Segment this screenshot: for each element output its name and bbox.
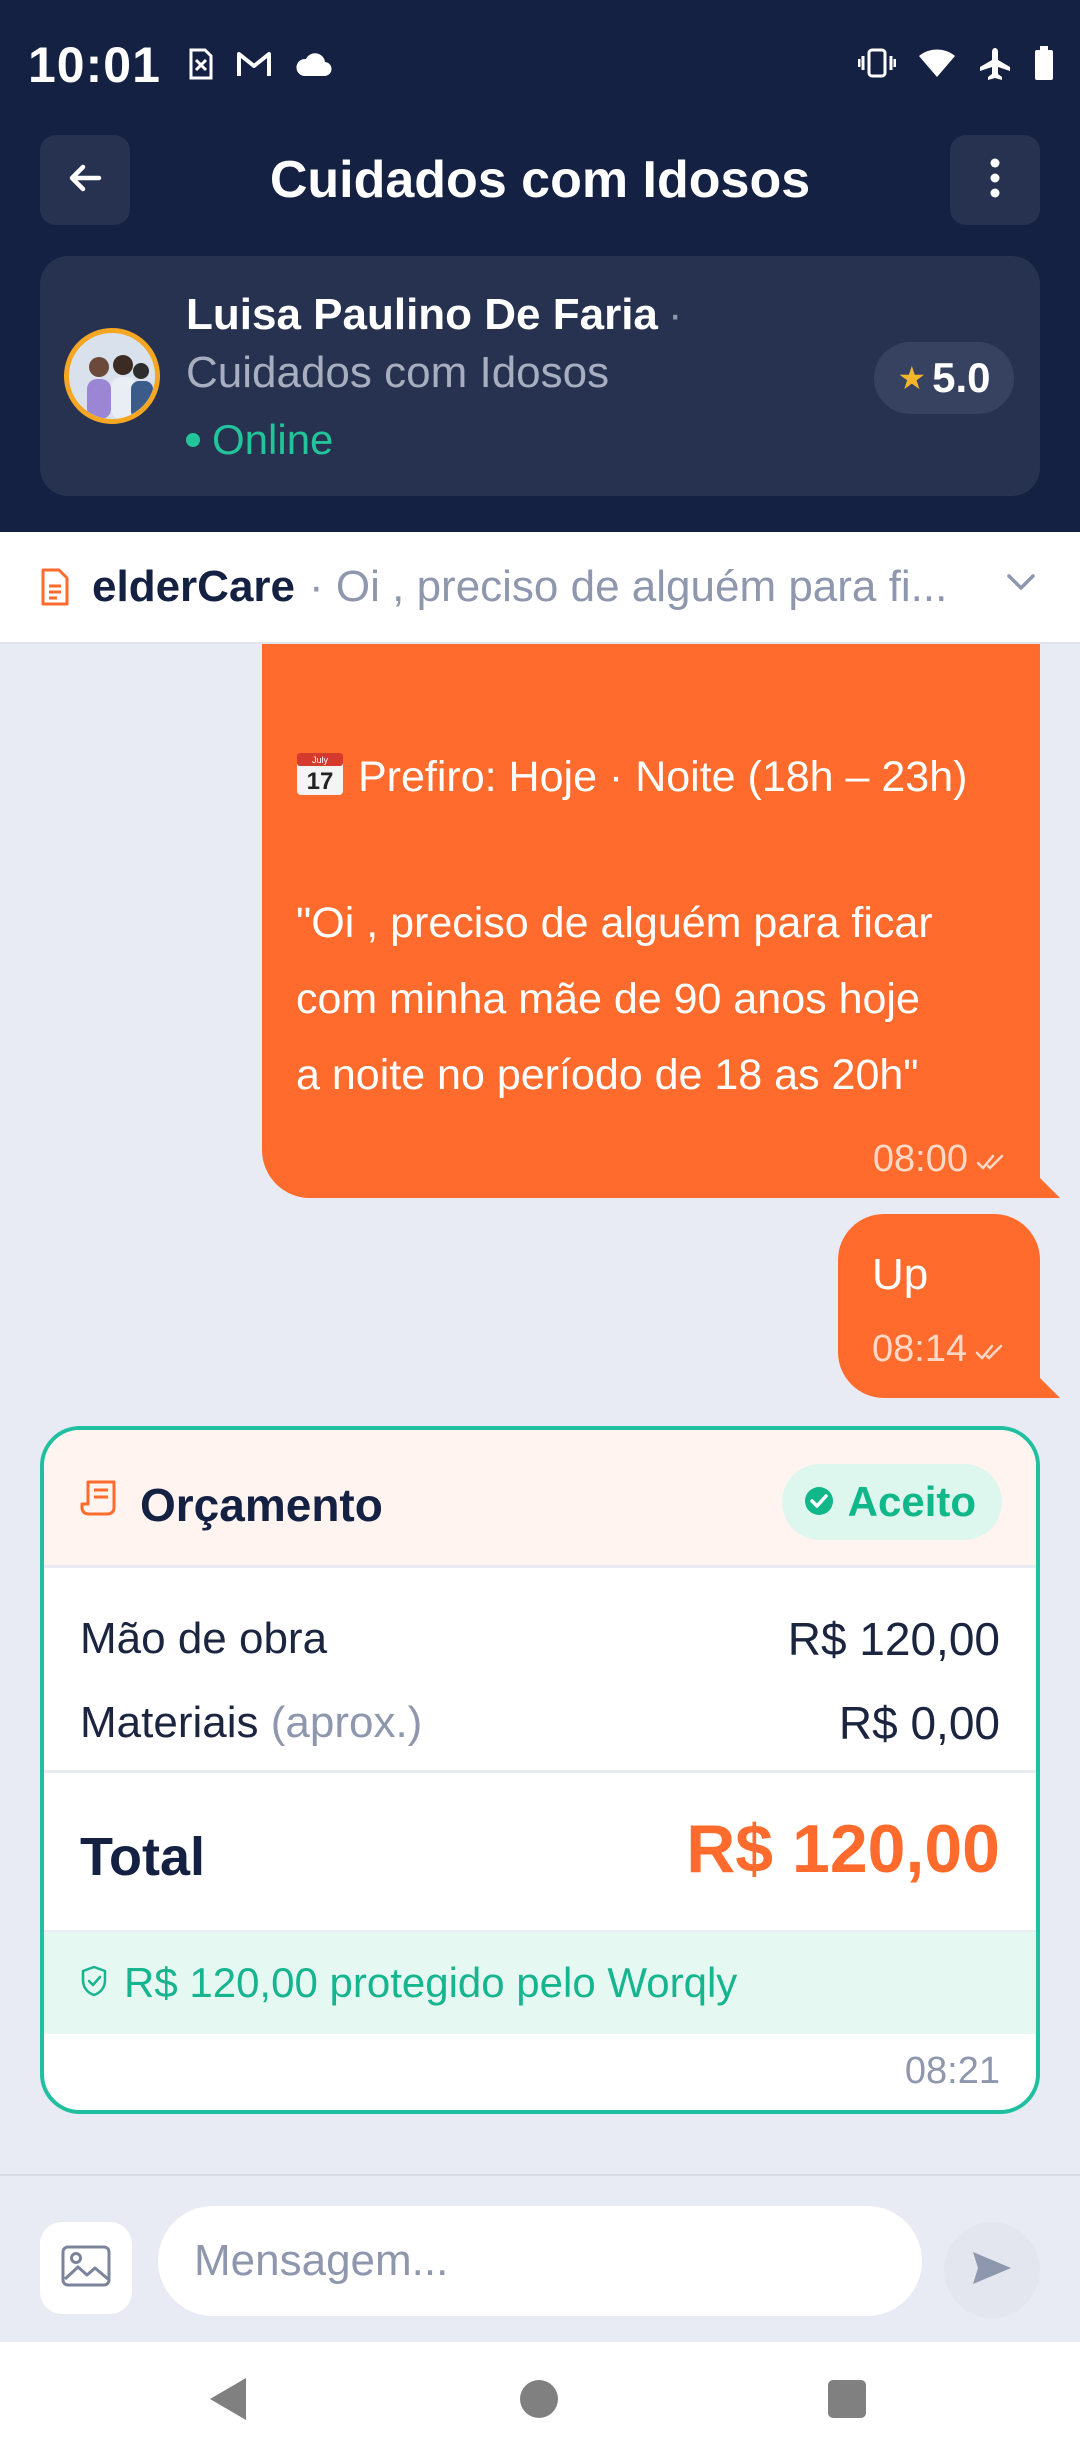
profile-card[interactable]: Luisa Paulino De Faria · Cuidados com Ido… — [40, 256, 1040, 496]
more-options-button[interactable] — [950, 135, 1040, 225]
message-time: 08:00 — [873, 1138, 1004, 1181]
more-vertical-icon — [989, 158, 1001, 203]
profile-name: Luisa Paulino De Faria · — [186, 290, 683, 339]
cloud-icon — [294, 51, 332, 77]
header: 10:01 Cuidados com Idosos Luisa Paulino … — [0, 0, 1080, 532]
online-status: Online — [186, 416, 333, 464]
svg-text:July: July — [312, 755, 329, 765]
message-bubble[interactable]: Up 08:14 — [838, 1214, 1060, 1398]
labor-label: Mão de obra — [80, 1614, 328, 1663]
request-subject-bar[interactable]: elderCare · Oi , preciso de alguém para … — [0, 532, 1080, 644]
nav-recents-button[interactable] — [828, 2380, 866, 2418]
star-icon: ★ — [897, 360, 927, 396]
send-icon — [971, 2250, 1013, 2291]
vibrate-icon — [858, 48, 896, 78]
double-check-icon — [975, 1328, 1003, 1371]
no-sim-icon — [188, 48, 214, 80]
message-text-line: com minha mãe de 90 anos hoje — [296, 975, 920, 1023]
gmail-icon — [236, 50, 272, 78]
subject-preview: · Oi , preciso de alguém para fi... — [309, 562, 948, 611]
message-time: 08:14 — [872, 1328, 1003, 1371]
status-time: 10:01 — [28, 37, 161, 93]
bubble-tail — [1038, 1176, 1060, 1198]
rating-badge: ★ 5.0 — [874, 342, 1014, 414]
message-composer — [0, 2174, 1080, 2342]
labor-value: R$ 120,00 — [787, 1613, 1000, 1665]
calendar-icon: July 17 — [296, 750, 344, 804]
status-right-icons — [858, 46, 1054, 80]
status-left-icons — [188, 48, 332, 80]
budget-card[interactable]: Orçamento Aceito Mão de obra R$ 120,00 M… — [40, 1426, 1040, 2114]
image-icon — [61, 2245, 111, 2292]
message-time: 08:21 — [904, 2050, 1000, 2092]
document-icon — [40, 568, 70, 606]
divider — [44, 1770, 1036, 1773]
chevron-down-icon[interactable] — [1006, 572, 1036, 597]
avatar — [64, 328, 160, 424]
nav-back-button[interactable] — [208, 2376, 248, 2427]
page-title: Cuidados com Idosos — [269, 151, 811, 209]
status-bar: 10:01 — [0, 0, 1080, 130]
attach-image-button[interactable] — [40, 2222, 132, 2314]
message-input[interactable] — [158, 2206, 922, 2316]
battery-icon — [1034, 46, 1054, 80]
preferred-time-line: July 17 Prefiro: Hoje · Noite (18h – 23h… — [296, 750, 967, 804]
double-check-icon — [976, 1138, 1004, 1181]
check-circle-icon — [804, 1478, 834, 1526]
message-bubble[interactable]: July 17 Prefiro: Hoje · Noite (18h – 23h… — [262, 644, 1060, 1198]
message-text-line: "Oi , preciso de alguém para ficar — [296, 899, 933, 947]
message-text-line: a noite no período de 18 as 20h" — [296, 1051, 919, 1099]
protection-notice: R$ 120,00 protegido pelo Worqly — [44, 1932, 1036, 2034]
total-label: Total — [80, 1827, 205, 1887]
shield-check-icon — [80, 1959, 108, 2007]
status-badge: Aceito — [781, 1464, 1002, 1540]
online-dot-icon — [186, 433, 200, 447]
wifi-icon — [918, 48, 956, 78]
system-navigation-bar — [0, 2342, 1080, 2460]
message-text: Up — [872, 1250, 929, 1299]
airplane-icon — [978, 46, 1012, 80]
receipt-icon — [80, 1478, 120, 1523]
nav-home-button[interactable] — [520, 2380, 558, 2418]
bubble-tail — [1038, 1376, 1060, 1398]
budget-header: Orçamento Aceito — [44, 1430, 1036, 1568]
materials-label: Materiais (aprox.) — [80, 1698, 423, 1747]
total-value: R$ 120,00 — [686, 1811, 1000, 1887]
subject-title: elderCare — [92, 562, 296, 611]
budget-title: Orçamento — [140, 1479, 383, 1531]
materials-value: R$ 0,00 — [838, 1697, 1000, 1749]
preferred-time-text: Prefiro: Hoje · Noite (18h – 23h) — [358, 752, 968, 801]
send-button[interactable] — [944, 2222, 1040, 2318]
profile-service: Cuidados com Idosos — [186, 348, 610, 397]
svg-text:17: 17 — [307, 768, 334, 795]
